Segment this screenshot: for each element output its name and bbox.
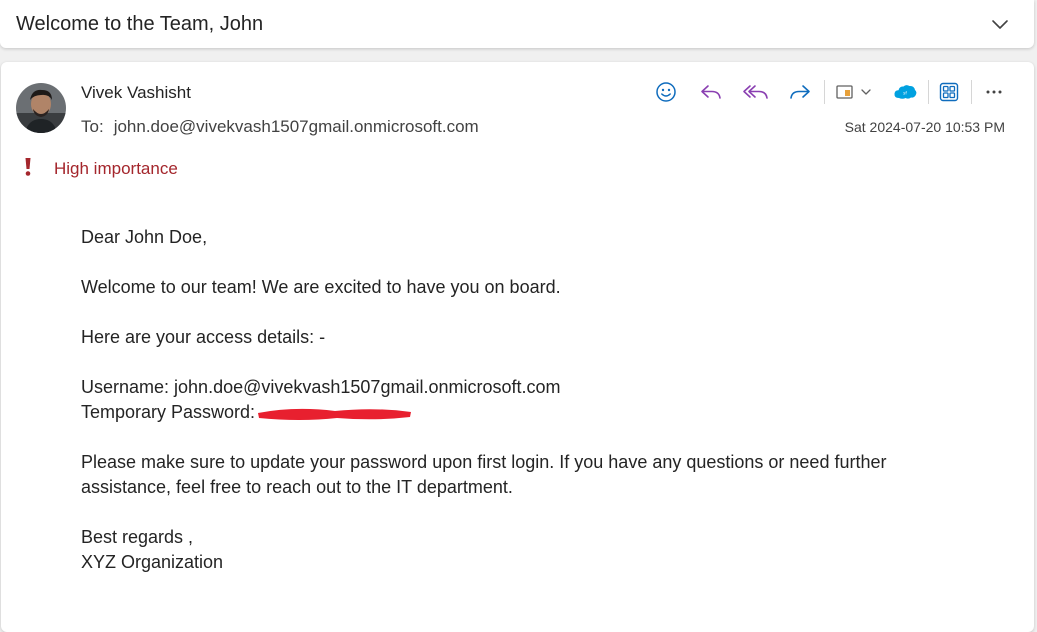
password-line: Temporary Password: [81,400,981,425]
message-body: Dear John Doe, Welcome to our team! We a… [81,225,981,575]
message-card: Vivek Vashisht To: john.doe@vivekvash1507… [1,62,1034,632]
toolbar-divider [928,80,929,104]
body-paragraph: Here are your access details: - [81,327,326,347]
apps-icon[interactable] [936,77,962,107]
subject-bar: Welcome to the Team, John [0,0,1034,48]
recipient-line: To: john.doe@vivekvash1507gmail.onmicroso… [81,117,479,137]
body-paragraph: Welcome to our team! We are excited to h… [81,277,561,297]
email-subject: Welcome to the Team, John [16,13,264,35]
toolbar-divider [971,80,972,104]
importance-flag: High importance [21,157,178,181]
redaction-mark [255,403,415,423]
more-icon[interactable] [981,77,1007,107]
body-paragraph: Please make sure to update your password… [81,452,887,497]
forward-icon[interactable] [787,77,813,107]
recipient-address[interactable]: john.doe@vivekvash1507gmail.onmicrosoft.… [114,117,479,136]
password-label: Temporary Password: [81,402,256,422]
emoji-icon[interactable] [653,77,679,107]
signature: XYZ Organization [81,552,224,572]
importance-label: High importance [54,159,178,178]
closing: Best regards , [81,527,194,547]
salesforce-icon[interactable]: sf [891,77,919,107]
reply-all-icon[interactable] [741,77,771,107]
reply-icon[interactable] [698,77,724,107]
received-datetime: Sat 2024-07-20 10:53 PM [844,119,1005,135]
chevron-down-icon[interactable] [990,14,1010,34]
greeting: Dear John Doe, [81,227,208,247]
username-line: Username: john.doe@vivekvash1507gmail.on… [81,377,561,397]
sender-name[interactable]: Vivek Vashisht [81,83,191,103]
svg-text:sf: sf [903,91,907,96]
immersive-reader-icon[interactable] [833,77,875,107]
avatar[interactable] [16,83,66,133]
to-label: To: [81,117,104,136]
exclamation-icon [21,156,35,183]
message-toolbar: sf [649,77,1019,107]
toolbar-divider [824,80,825,104]
